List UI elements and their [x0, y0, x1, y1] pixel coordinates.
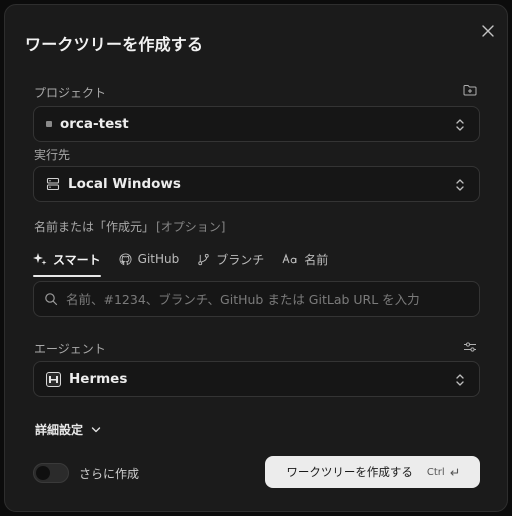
agent-label: エージェント — [34, 342, 106, 356]
tab-branch[interactable]: ブランチ — [197, 243, 264, 275]
search-input[interactable] — [66, 291, 469, 307]
switch-knob — [36, 466, 50, 480]
github-icon — [119, 252, 132, 265]
shortcut-hint: Ctrl — [427, 467, 459, 478]
chevron-up-down-icon — [456, 374, 464, 386]
create-more-label: さらに作成 — [79, 467, 140, 481]
sliders-icon[interactable] — [463, 341, 477, 353]
text-case-icon — [282, 253, 297, 264]
project-select[interactable]: orca-test — [33, 106, 480, 142]
create-more-switch[interactable] — [33, 463, 69, 483]
tab-name-label: 名前 — [304, 252, 329, 267]
tab-github-label: GitHub — [137, 252, 180, 266]
folder-add-icon[interactable] — [463, 84, 477, 96]
create-worktree-dialog: ワークツリーを作成する プロジェクト orca-test 実行先 Local W… — [4, 4, 508, 512]
source-tabs: スマート GitHub ブランチ 名前 — [33, 243, 346, 277]
tab-branch-label: ブランチ — [216, 252, 265, 267]
tab-smart-label: スマート — [53, 252, 101, 267]
optional-label: [オプション] — [156, 220, 226, 234]
hermes-agent-icon — [46, 371, 61, 387]
search-icon — [45, 293, 58, 306]
chevron-up-down-icon — [456, 179, 464, 191]
runner-select[interactable]: Local Windows — [33, 166, 480, 202]
tab-name[interactable]: 名前 — [282, 243, 328, 275]
shortcut-key: Ctrl — [426, 466, 445, 478]
project-value: orca-test — [60, 116, 129, 132]
chevron-down-icon — [91, 426, 101, 432]
tab-smart[interactable]: スマート — [33, 243, 101, 277]
chevron-up-down-icon — [456, 119, 464, 131]
name-label-text: 名前または「作成元」 — [34, 220, 155, 234]
dialog-title: ワークツリーを作成する — [25, 35, 204, 54]
name-section-label: 名前または「作成元」 [オプション] — [34, 218, 225, 235]
create-worktree-button[interactable]: ワークツリーを作成する Ctrl — [265, 456, 480, 488]
runner-value: Local Windows — [68, 176, 181, 192]
project-color-dot — [46, 121, 52, 127]
server-icon — [46, 177, 60, 191]
enter-key-icon — [450, 467, 458, 476]
advanced-label: 詳細設定 — [35, 423, 84, 437]
tab-github[interactable]: GitHub — [119, 243, 180, 275]
sparkle-icon — [33, 253, 47, 265]
create-button-label: ワークツリーを作成する — [286, 465, 413, 479]
agent-select[interactable]: Hermes — [33, 361, 480, 397]
branch-icon — [198, 253, 209, 265]
advanced-settings-toggle[interactable]: 詳細設定 — [35, 421, 101, 438]
project-label: プロジェクト — [34, 86, 107, 100]
worktree-name-search[interactable] — [33, 281, 480, 317]
runner-label: 実行先 — [34, 148, 71, 162]
agent-value: Hermes — [69, 371, 128, 387]
close-icon[interactable] — [479, 22, 497, 40]
